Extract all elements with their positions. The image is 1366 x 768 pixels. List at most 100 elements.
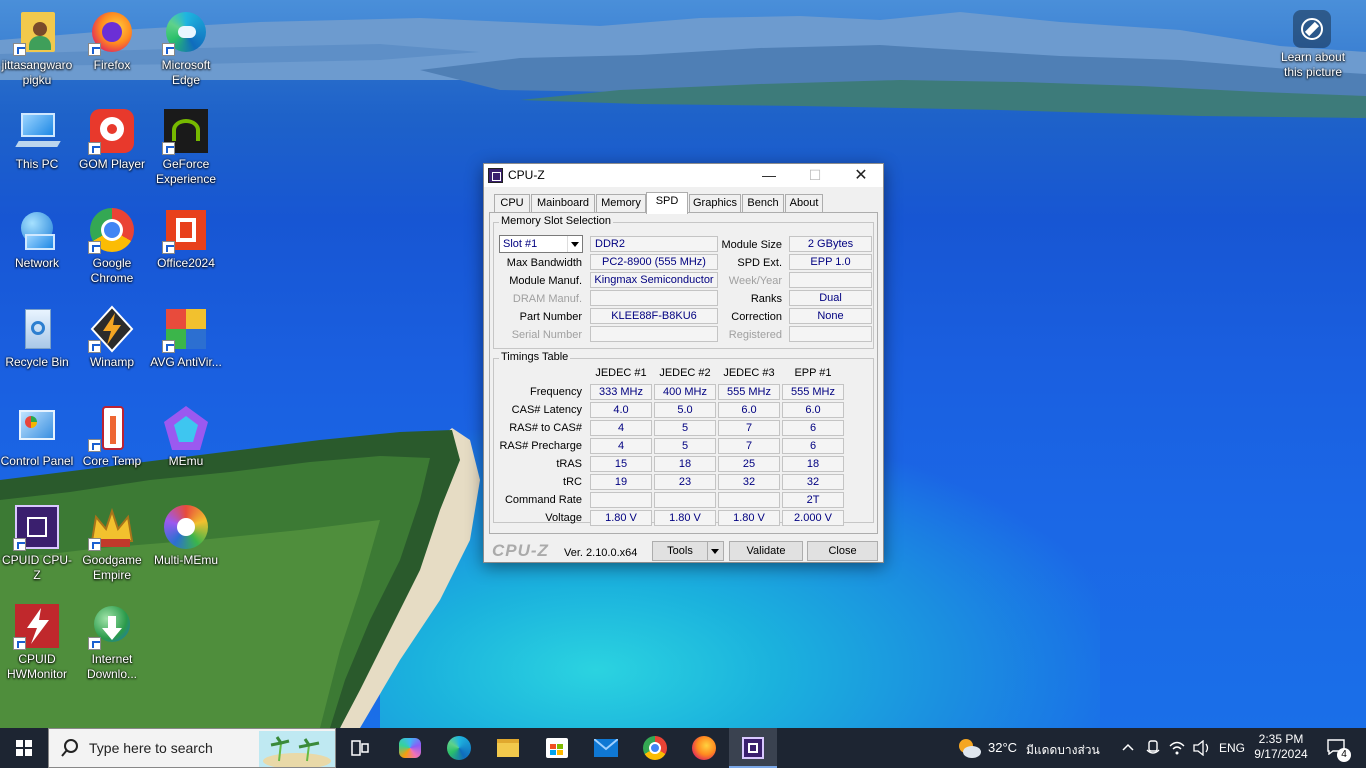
nvidia-icon — [162, 107, 210, 155]
timing-cell: 23 — [654, 474, 716, 490]
taskbar-search-box[interactable]: Type here to search — [48, 728, 336, 768]
desktop-icon-jittasangwaropigku[interactable]: jittasangwaro pigku — [0, 8, 75, 88]
taskbar: Type here to search 32°C มีแดดบางส่วน EN… — [0, 728, 1366, 768]
validate-button[interactable]: Validate — [729, 541, 803, 561]
spd-ext-value: EPP 1.0 — [789, 254, 872, 270]
tab-about[interactable]: About — [785, 194, 823, 213]
module-size-label: Module Size — [721, 239, 782, 251]
part-number-label: Part Number — [519, 311, 582, 323]
desktop-icon-core-temp[interactable]: Core Temp — [74, 404, 150, 469]
taskbar-chrome[interactable] — [631, 728, 679, 768]
task-view-button[interactable] — [336, 728, 384, 768]
timing-cell: 18 — [654, 456, 716, 472]
close-button[interactable]: Close — [807, 541, 878, 561]
memory-type-value: DDR2 — [590, 236, 718, 252]
timing-cell: 32 — [782, 474, 844, 490]
desktop-icon-memu[interactable]: MEmu — [148, 404, 224, 469]
learn-about-picture[interactable]: Learn about this picture — [1273, 8, 1353, 80]
start-button[interactable] — [0, 728, 48, 768]
close-window-button[interactable]: ✕ — [838, 164, 884, 187]
taskbar-mail[interactable] — [582, 728, 630, 768]
computer-icon — [13, 107, 61, 155]
cpuz-icon — [742, 737, 764, 759]
notification-center[interactable]: 4 — [1316, 728, 1356, 768]
spd-ext-label: SPD Ext. — [737, 257, 782, 269]
col-header-epp1: EPP #1 — [794, 367, 832, 379]
tray-meet-now[interactable] — [1142, 728, 1164, 768]
partly-sunny-icon — [959, 739, 981, 758]
clock[interactable]: 2:35 PM 9/17/2024 — [1250, 728, 1312, 768]
timing-row-label: tRAS — [556, 458, 582, 470]
crown-icon — [88, 503, 136, 551]
desktop-icon-cpuid-cpuz[interactable]: CPUID CPU-Z — [0, 503, 75, 583]
taskbar-cpuz[interactable] — [729, 728, 777, 768]
clock-date: 9/17/2024 — [1254, 747, 1308, 761]
desktop-icon-geforce-experience[interactable]: GeForce Experience — [148, 107, 224, 187]
tab-mainboard[interactable]: Mainboard — [531, 194, 595, 213]
timing-row-label: CAS# Latency — [511, 404, 582, 416]
desktop-icon-microsoft-edge[interactable]: Microsoft Edge — [148, 8, 224, 88]
window-title: CPU-Z — [508, 168, 545, 182]
chevron-down-icon[interactable] — [707, 542, 723, 560]
timing-cell — [718, 492, 780, 508]
multi-memu-icon — [162, 503, 210, 551]
store-icon — [546, 738, 568, 758]
title-bar[interactable]: CPU-Z — ☐ ✕ — [484, 164, 883, 187]
weather-widget[interactable]: 32°C มีแดดบางส่วน — [952, 728, 1102, 768]
timing-cell: 333 MHz — [590, 384, 652, 400]
timing-cell: 6 — [782, 438, 844, 454]
desktop-icon-internet-download[interactable]: Internet Downlo... — [74, 602, 150, 682]
desktop-icon-google-chrome[interactable]: Google Chrome — [74, 206, 150, 286]
tray-volume[interactable] — [1190, 728, 1212, 768]
tab-graphics[interactable]: Graphics — [689, 194, 741, 213]
clock-time: 2:35 PM — [1258, 732, 1304, 746]
desktop-icon-firefox[interactable]: Firefox — [74, 8, 150, 73]
firefox-icon — [692, 736, 716, 760]
minimize-button[interactable]: — — [746, 164, 792, 187]
slot-select[interactable]: Slot #1 — [499, 235, 583, 253]
timing-cell: 32 — [718, 474, 780, 490]
taskbar-copilot[interactable] — [386, 728, 434, 768]
timing-cell: 19 — [590, 474, 652, 490]
dram-manuf-label: DRAM Manuf. — [512, 293, 582, 305]
taskbar-firefox[interactable] — [680, 728, 728, 768]
desktop-icon-network[interactable]: Network — [0, 206, 75, 271]
memu-icon — [162, 404, 210, 452]
desktop-icon-winamp[interactable]: Winamp — [74, 305, 150, 370]
avg-icon — [162, 305, 210, 353]
desktop-icon-avg-antivirus[interactable]: AVG AntiVir... — [148, 305, 224, 370]
tab-memory[interactable]: Memory — [596, 194, 646, 213]
taskbar-microsoft-store[interactable] — [533, 728, 581, 768]
timing-cell: 5 — [654, 420, 716, 436]
timing-cell: 6.0 — [718, 402, 780, 418]
taskbar-file-explorer[interactable] — [484, 728, 532, 768]
maximize-button[interactable]: ☐ — [792, 164, 838, 187]
show-hidden-icons[interactable] — [1116, 728, 1140, 768]
chevron-up-icon — [1122, 743, 1134, 751]
tab-spd[interactable]: SPD — [646, 192, 688, 214]
correction-label: Correction — [731, 311, 782, 323]
desktop-icon-office2024[interactable]: Office2024 — [148, 206, 224, 271]
input-language[interactable]: ENG — [1219, 741, 1245, 755]
timing-cell: 6 — [782, 420, 844, 436]
desktop-icon-recycle-bin[interactable]: Recycle Bin — [0, 305, 75, 370]
desktop-icon-gom-player[interactable]: GOM Player — [74, 107, 150, 172]
tab-bench[interactable]: Bench — [742, 194, 784, 213]
office-icon — [162, 206, 210, 254]
tools-button[interactable]: Tools — [652, 541, 724, 561]
meet-icon — [1146, 740, 1160, 754]
timing-cell: 25 — [718, 456, 780, 472]
tray-network[interactable] — [1166, 728, 1188, 768]
tab-cpu[interactable]: CPU — [494, 194, 530, 213]
taskbar-edge[interactable] — [435, 728, 483, 768]
part-number-value: KLEE88F-B8KU6 — [590, 308, 718, 324]
cpuz-window[interactable]: CPU-Z — ☐ ✕ CPU Mainboard Memory SPD Gra… — [483, 163, 884, 563]
desktop-icon-this-pc[interactable]: This PC — [0, 107, 75, 172]
chevron-down-icon — [567, 236, 582, 252]
spd-panel: Memory Slot Selection Slot #1 DDR2 Modul… — [489, 212, 878, 534]
desktop-icon-multi-memu[interactable]: Multi-MEmu — [148, 503, 224, 568]
desktop-icon-control-panel[interactable]: Control Panel — [0, 404, 75, 469]
module-size-value: 2 GBytes — [789, 236, 872, 252]
desktop-icon-goodgame-empire[interactable]: Goodgame Empire — [74, 503, 150, 583]
desktop-icon-cpuid-hwmonitor[interactable]: CPUID HWMonitor — [0, 602, 75, 682]
